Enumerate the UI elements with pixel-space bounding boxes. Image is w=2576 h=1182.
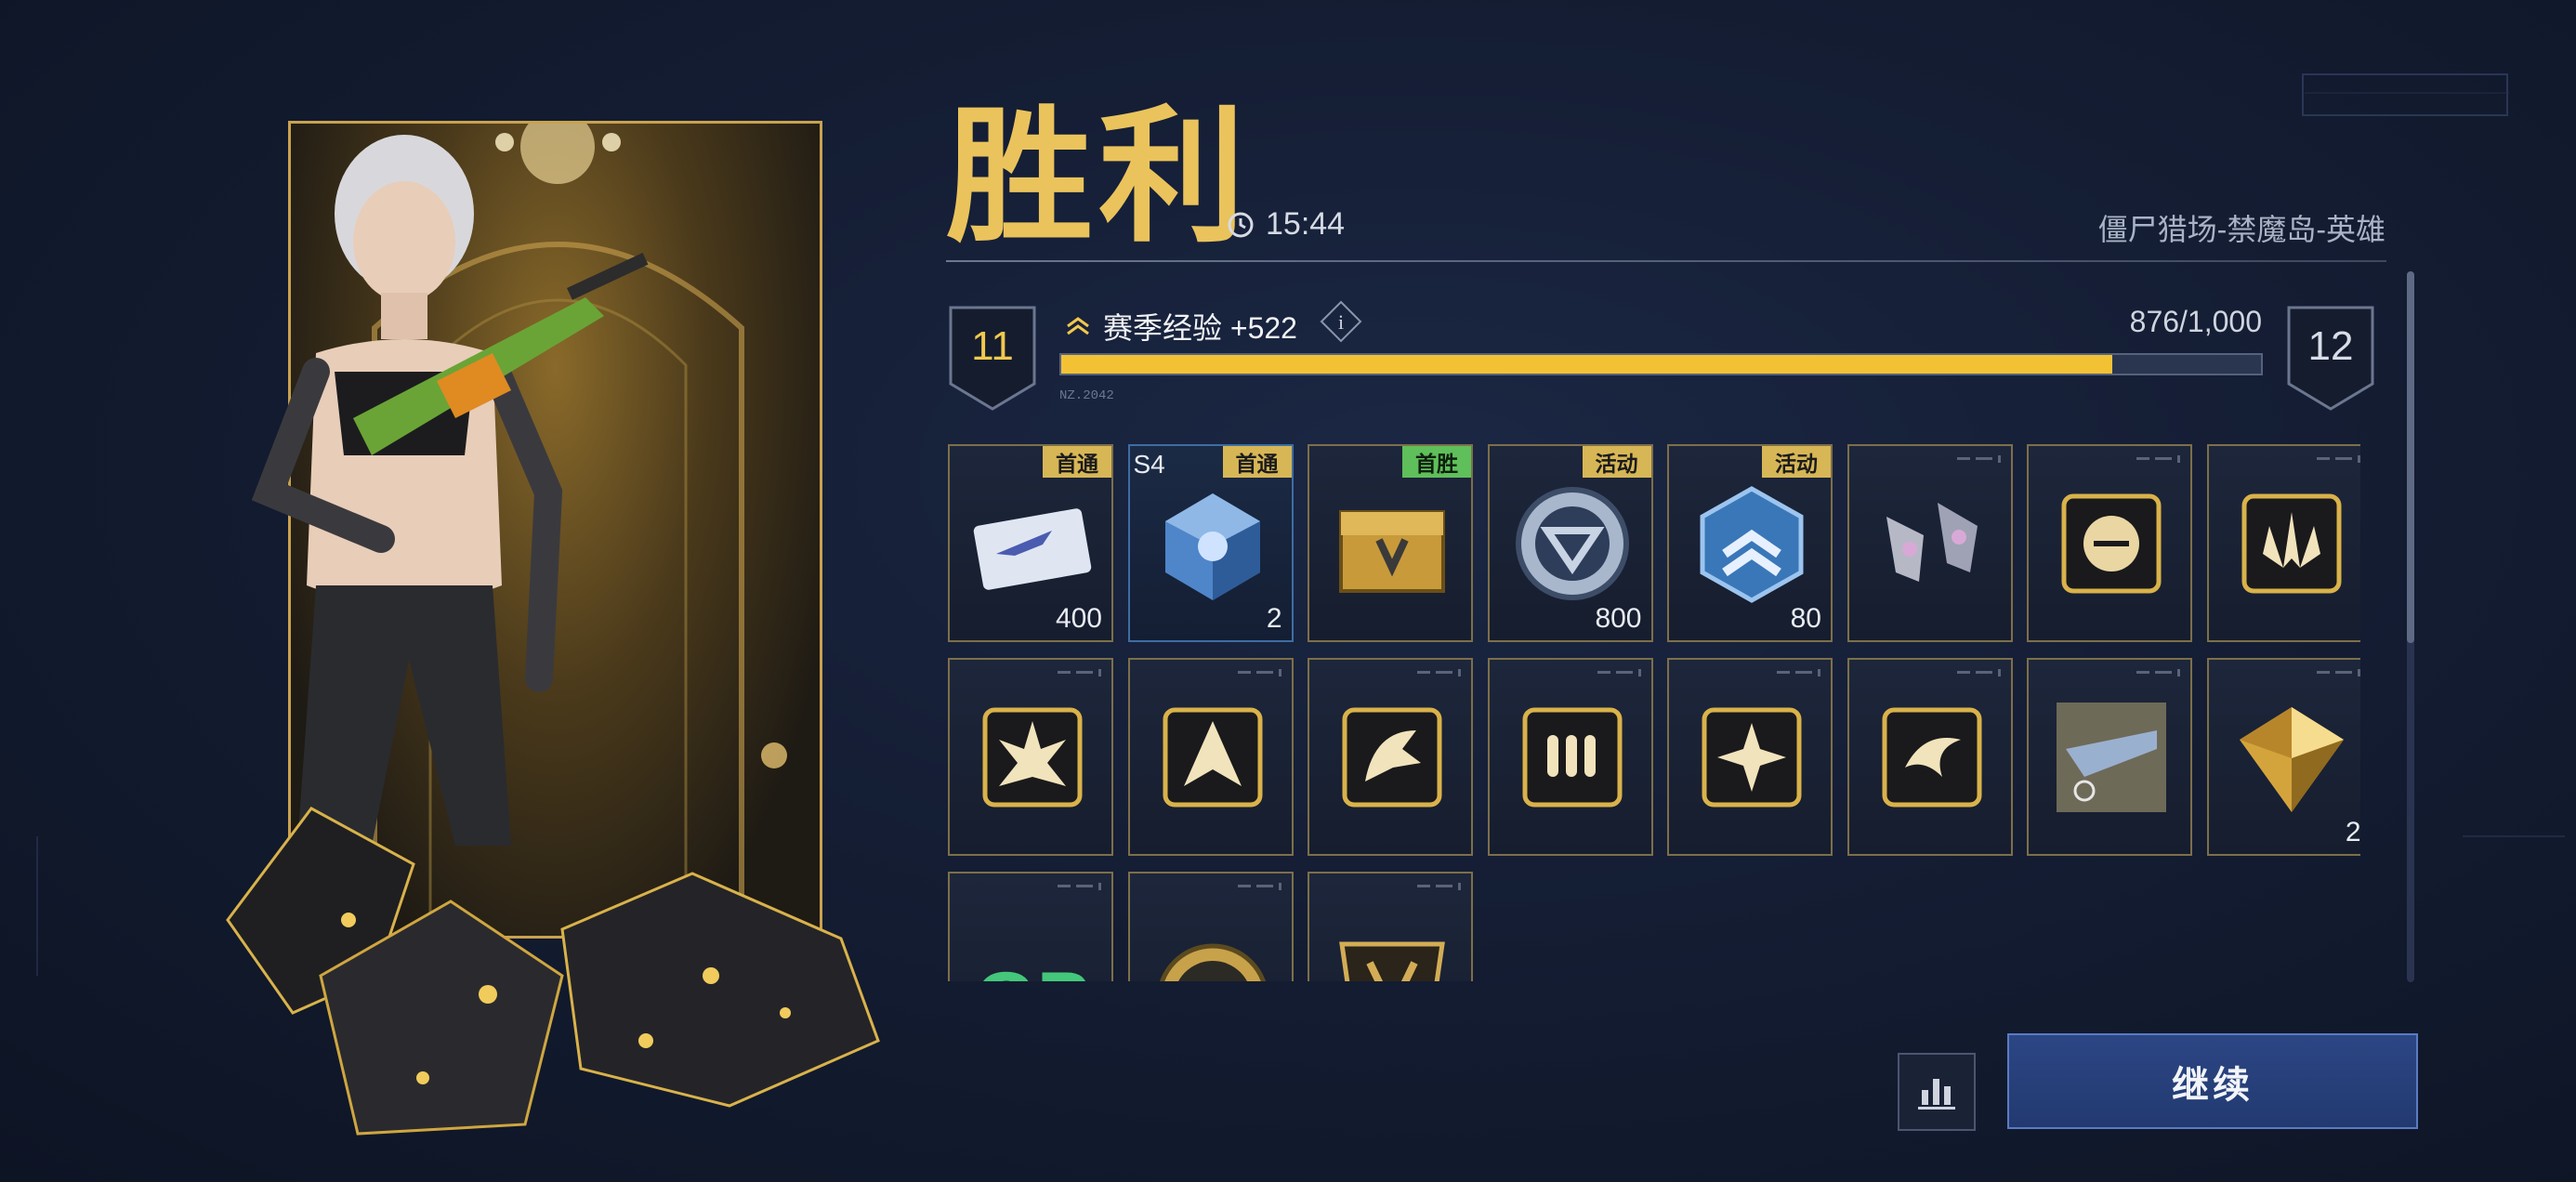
reward-tile[interactable] (1847, 444, 2013, 642)
ticket-card-icon (973, 508, 1092, 590)
skill-star-burst-icon (1702, 707, 1802, 808)
stats-button[interactable] (1898, 1053, 1976, 1131)
current-level-badge: 11 (948, 305, 1037, 412)
season-xp-label: 赛季经验 +522 (1064, 305, 1297, 348)
game-mode-label: 僵尸猎场-禁魔岛-英雄 (2097, 213, 2385, 246)
reward-tile[interactable]: 首通 400 (948, 444, 1113, 642)
gold-emblem-coin-icon (1159, 943, 1266, 981)
reward-tag: 首通 (1222, 446, 1292, 478)
tile-corner-marks (1417, 669, 1461, 676)
reward-tile[interactable] (2027, 444, 2192, 642)
reward-tile[interactable]: 首通 S4 2 (1127, 444, 1294, 642)
gold-pyramid-icon (2239, 707, 2344, 812)
skill-ammo-icon (1522, 707, 1622, 808)
tile-corner-marks (1417, 883, 1461, 890)
current-level-number: 11 (971, 323, 1014, 369)
tile-corner-marks (2316, 669, 2360, 676)
reward-tile[interactable]: 首胜 (1308, 444, 1473, 642)
reward-tile[interactable] (1127, 872, 1294, 981)
tile-corner-marks (2136, 455, 2180, 463)
tile-corner-marks (1237, 883, 1281, 890)
reward-tag: 活动 (1582, 446, 1651, 478)
bar-chart-icon (1918, 1079, 1955, 1110)
tile-corner-marks (2316, 455, 2360, 463)
season-label: S4 (1133, 450, 1165, 479)
s4-crystal-cube-icon (1164, 493, 1260, 600)
reward-tile[interactable] (1308, 658, 1473, 856)
reward-tile[interactable] (1308, 872, 1473, 981)
continue-button[interactable]: 继续 (2007, 1033, 2418, 1129)
reward-tag: 首通 (1043, 446, 1111, 478)
rank-badge-icon (1700, 486, 1804, 603)
reward-quantity: 400 (1055, 603, 1102, 634)
reward-quantity: 2 (1266, 603, 1282, 634)
tile-corner-marks (1237, 669, 1281, 676)
silver-coin-icon (1515, 487, 1629, 600)
tile-corner-marks (1058, 669, 1101, 676)
reward-tile[interactable]: 2 (2206, 658, 2360, 856)
skill-arrow-icon (1163, 707, 1262, 808)
gauntlets-icon (1886, 503, 1978, 582)
reward-quantity: 2 (2345, 817, 2360, 847)
reward-tag: 首胜 (1402, 446, 1471, 478)
tile-corner-marks (1777, 669, 1820, 676)
reward-tile[interactable] (948, 658, 1113, 856)
xp-progress-fill (1061, 355, 2112, 374)
continue-label: 继续 (2172, 1064, 2254, 1106)
match-timer: 15:44 (1227, 206, 1345, 243)
rewards-scrollbar[interactable] (2407, 271, 2414, 982)
reward-quantity: 80 (1790, 603, 1821, 634)
reward-tile[interactable] (1667, 658, 1833, 856)
title-divider (946, 260, 2386, 262)
skill-beast-icon (1342, 707, 1442, 808)
tile-corner-marks (1058, 883, 1101, 890)
reward-tile[interactable] (1487, 658, 1653, 856)
match-time: 15:44 (1266, 206, 1346, 242)
gold-rocks-icon (226, 807, 880, 1136)
tile-corner-marks (1597, 669, 1641, 676)
reward-tile[interactable]: 活动 80 (1667, 444, 1833, 642)
scrollbar-thumb[interactable] (2407, 271, 2414, 643)
reward-quantity: 800 (1595, 603, 1642, 634)
reward-tile[interactable]: GP (948, 872, 1113, 981)
reward-tag: 活动 (1762, 446, 1831, 478)
xp-progress-count: 876/1,000 (2129, 305, 2262, 338)
skill-chip-icon (2061, 493, 2162, 594)
tile-corner-marks (1956, 669, 2001, 676)
reward-tile[interactable]: 活动 800 (1487, 444, 1653, 642)
skill-spikes-icon (2241, 493, 2341, 594)
xp-bar-tag: NZ.2042 (1059, 388, 1114, 403)
info-icon: i (1320, 300, 1362, 343)
golden-chest-icon (1339, 510, 1445, 593)
tile-corner-marks (2136, 669, 2180, 676)
reward-tile[interactable] (1127, 658, 1294, 856)
rewards-grid[interactable]: 首通 400 首通 S4 2 首胜 活动 800 活动 80 2 GP (948, 444, 2360, 981)
next-level-badge: 12 (2286, 305, 2375, 412)
svg-text:GP: GP (975, 956, 1090, 981)
reward-tile[interactable] (1847, 658, 2013, 856)
svg-text:i: i (1338, 310, 1344, 334)
victory-title: 胜利 (946, 92, 1251, 263)
season-xp-text: 赛季经验 +522 (1103, 311, 1297, 345)
skill-explosion-icon (982, 707, 1083, 808)
reward-tile[interactable] (2206, 444, 2360, 642)
double-chevron-up-icon (1067, 317, 1089, 335)
xp-info-button[interactable]: i (1320, 300, 1362, 343)
xp-progress-bar (1059, 353, 2263, 375)
clock-icon (1228, 212, 1254, 237)
weapon-blueprint-icon (2057, 703, 2166, 812)
crest-frame-icon (1339, 941, 1445, 981)
tile-corner-marks (1956, 455, 2001, 463)
skill-swirl-icon (1882, 707, 1981, 808)
next-level-number: 12 (2307, 323, 2354, 369)
green-gp-icon: GP (975, 956, 1090, 981)
reward-tile[interactable] (2027, 658, 2192, 856)
